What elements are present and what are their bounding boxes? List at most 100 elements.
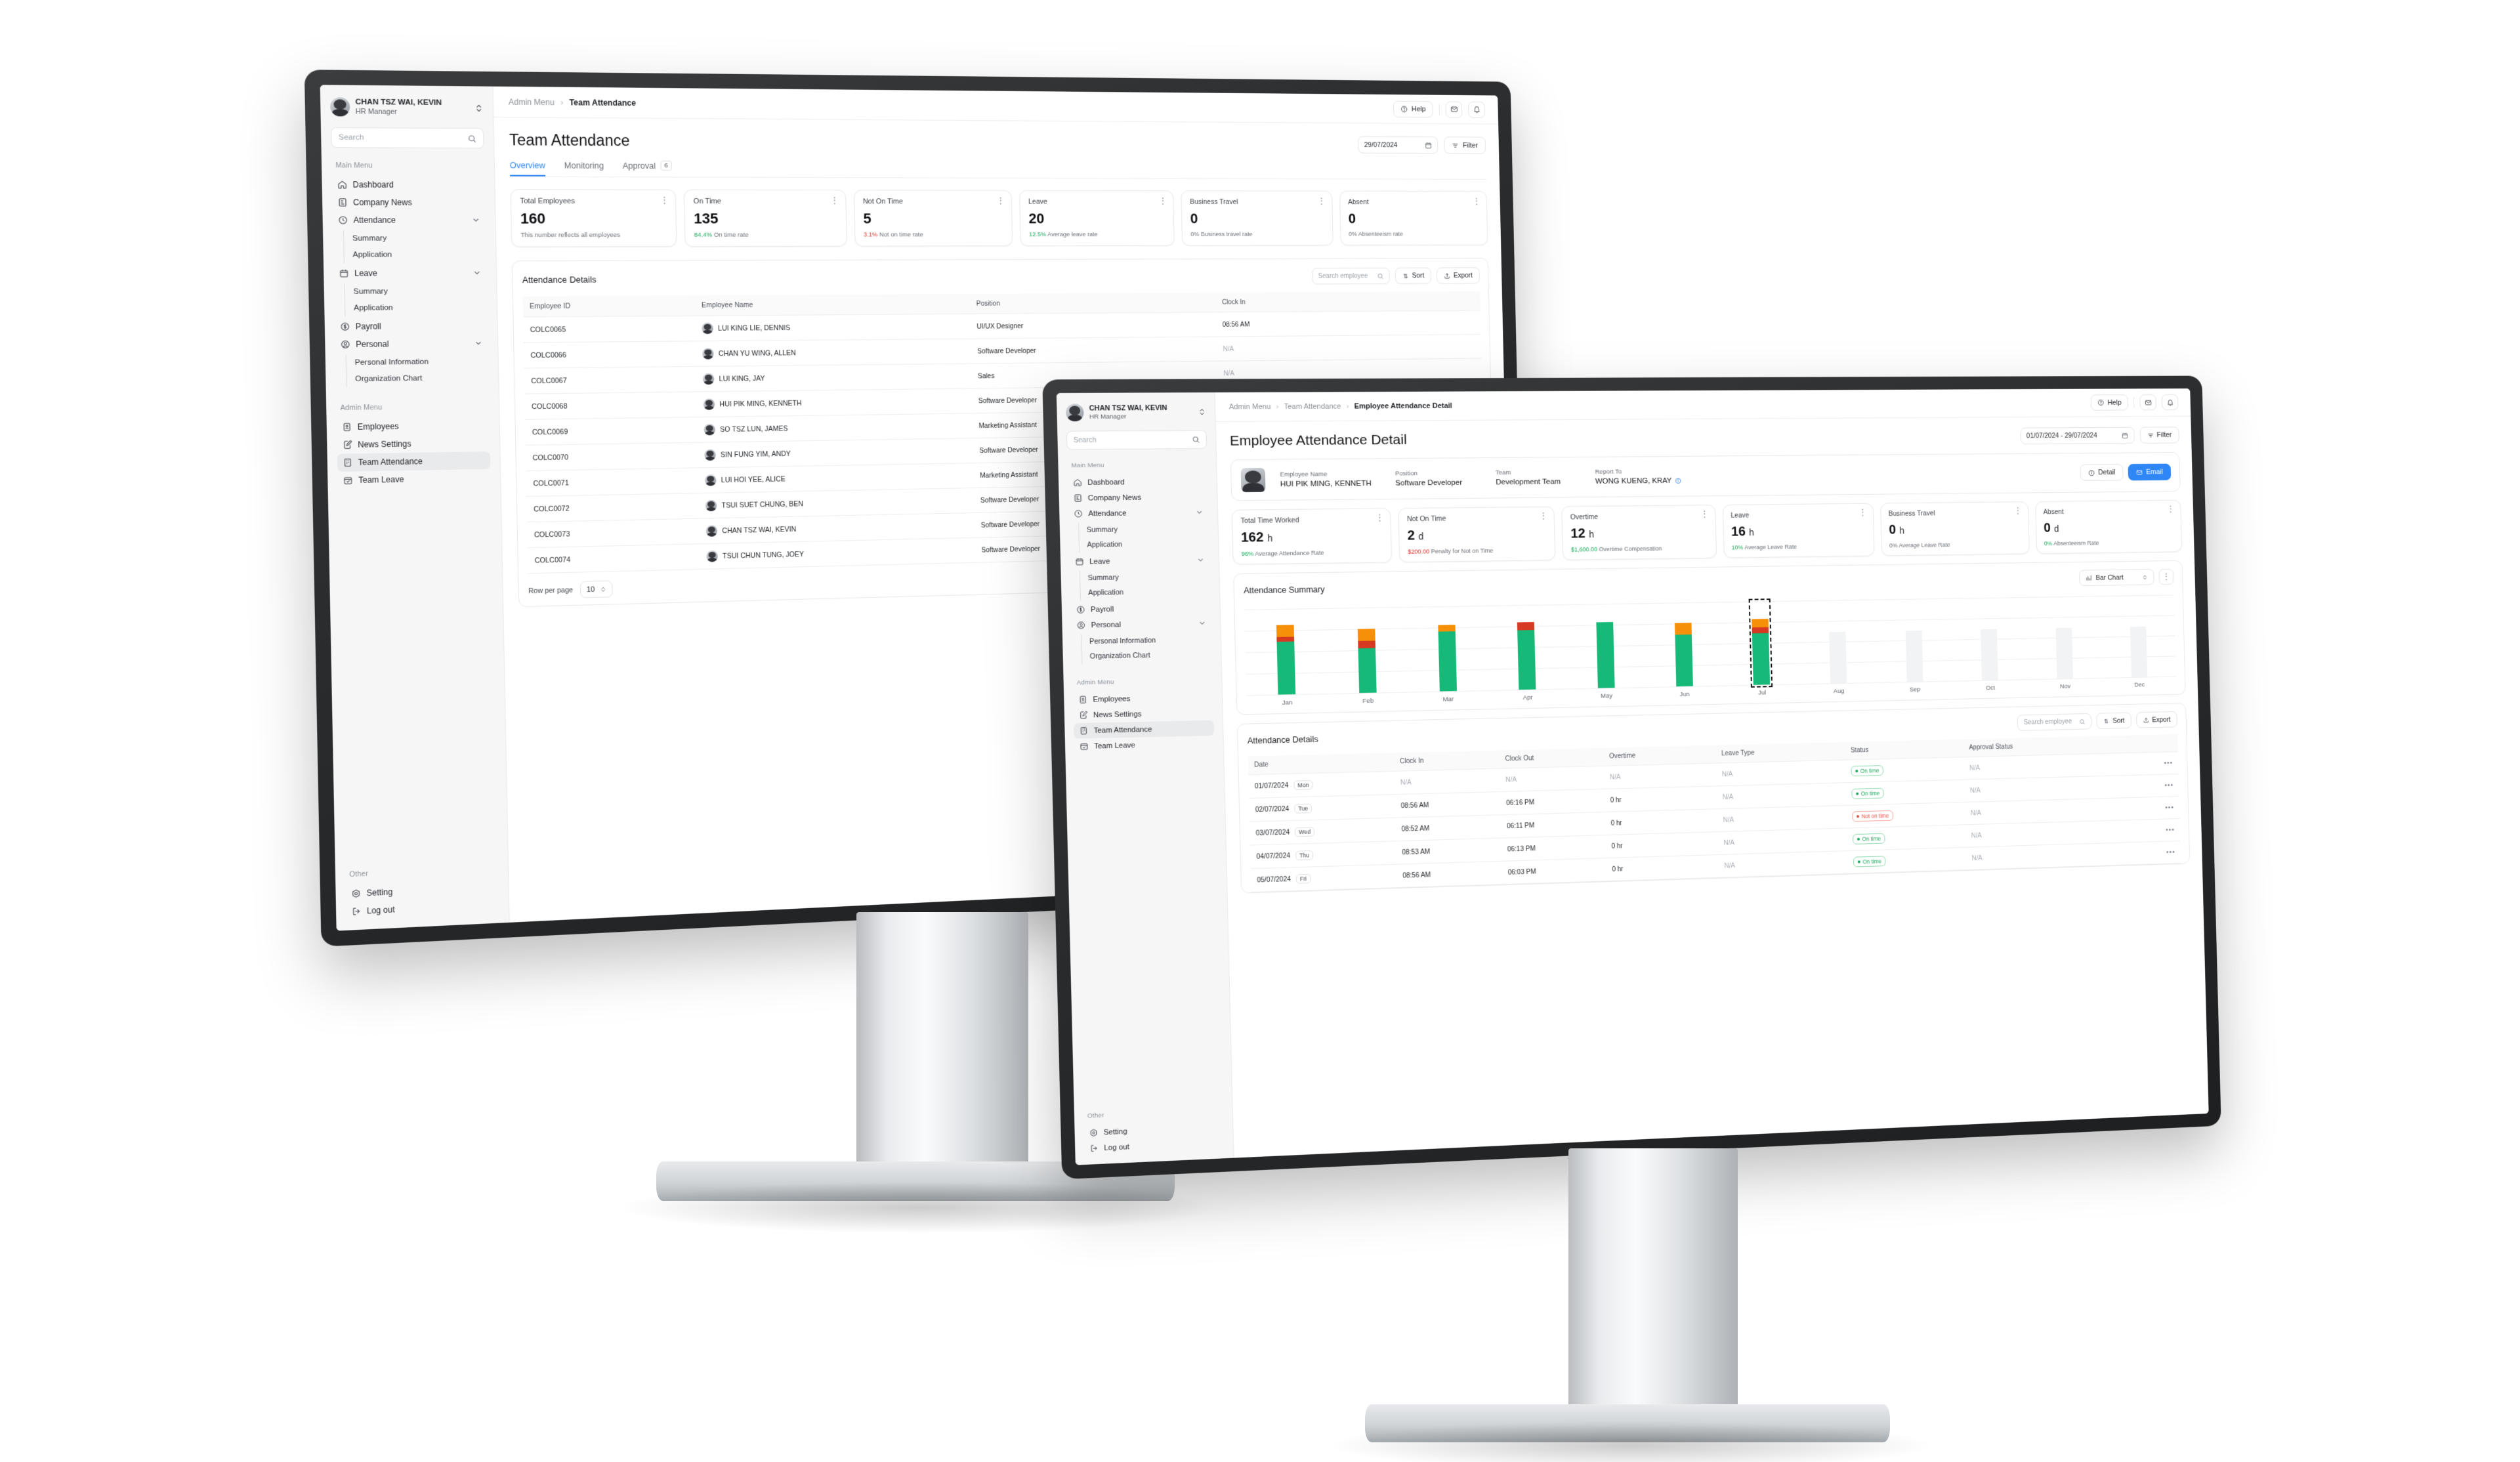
filter-button[interactable]: Filter [1444, 136, 1486, 154]
kebab-icon[interactable]: ⋮ [1159, 196, 1167, 205]
export-button[interactable]: Export [1437, 267, 1480, 284]
sidebar-subitem-leave-summary[interactable]: Summary [353, 283, 487, 300]
help-button[interactable]: Help [1393, 100, 1433, 117]
kebab-icon[interactable]: ⋮ [2167, 505, 2175, 514]
row-actions-button[interactable]: ••• [2126, 818, 2181, 843]
mail-button[interactable] [1445, 100, 1463, 118]
user-profile-switcher[interactable]: CHAN TSZ WAI, KEVIN HR Manager [329, 97, 484, 117]
tab-overview[interactable]: Overview [510, 161, 546, 177]
sidebar-item-attendance[interactable]: Attendance [332, 211, 486, 229]
row-actions-button[interactable]: ••• [2127, 841, 2181, 865]
sidebar-item-dashboard[interactable]: Dashboard [331, 176, 485, 194]
row-actions-button[interactable]: ••• [2125, 774, 2179, 798]
sidebar-item-employees[interactable]: Employees [336, 416, 490, 436]
stat-card[interactable]: On Time ⋮ 135 84.4% On time rate [684, 189, 847, 247]
sidebar-subitem-leave-application[interactable]: Application [1088, 584, 1211, 600]
kebab-icon[interactable]: ⋮ [1858, 508, 1866, 517]
row-actions-button[interactable]: ••• [2126, 796, 2180, 820]
sidebar-item-leave[interactable]: Leave [1069, 553, 1209, 570]
stat-card[interactable]: Absent ⋮ 0 d 0% Absenteeism Rate [2035, 499, 2183, 554]
sidebar-subitem-attendance-application[interactable]: Application [1087, 536, 1209, 553]
sidebar-subitem-organization-chart[interactable]: Organization Chart [1089, 647, 1212, 664]
stat-card[interactable]: Business Travel ⋮ 0 0% Business travel ra… [1181, 190, 1334, 246]
kebab-icon[interactable]: ⋮ [2014, 506, 2022, 515]
sidebar-item-news-settings[interactable]: News Settings [337, 434, 490, 454]
sidebar-subitem-leave-application[interactable]: Application [354, 299, 488, 316]
stat-card[interactable]: Not On Time ⋮ 2 d $200.00 Penalty for Not… [1398, 506, 1556, 563]
rows-per-page-select[interactable]: 10 [580, 580, 614, 598]
sidebar-subitem-attendance-application[interactable]: Application [352, 247, 486, 263]
kebab-icon[interactable]: ⋮ [830, 195, 839, 205]
mail-button[interactable] [2139, 394, 2157, 411]
kebab-icon[interactable]: ⋮ [1540, 511, 1547, 520]
chart-bar-column[interactable] [1244, 608, 1328, 696]
chart-bar-column[interactable] [2026, 596, 2103, 679]
sort-button[interactable]: Sort [2096, 712, 2132, 730]
stat-card[interactable]: Total Employees ⋮ 160 This number reflect… [510, 189, 677, 247]
sidebar-subitem-leave-summary[interactable]: Summary [1087, 569, 1210, 585]
notifications-button[interactable] [2161, 394, 2179, 411]
chart-bar-column[interactable] [1406, 606, 1488, 692]
info-icon[interactable] [1675, 478, 1681, 484]
chart-kebab-button[interactable]: ⋮ [2158, 568, 2174, 585]
kebab-icon[interactable]: ⋮ [1700, 509, 1708, 518]
sidebar-item-payroll[interactable]: Payroll [335, 317, 488, 336]
sidebar-item-payroll[interactable]: Payroll [1070, 600, 1211, 617]
sidebar-subitem-personal-information[interactable]: Personal Information [1089, 632, 1212, 649]
stat-card[interactable]: Overtime ⋮ 12 h $1,600.00 Overtime Compen… [1561, 505, 1717, 560]
date-range-picker[interactable]: 01/07/2024 - 29/07/2024 [2020, 427, 2135, 445]
sidebar-item-company-news[interactable]: Company News [1068, 489, 1208, 506]
row-actions-button[interactable]: ••• [2124, 751, 2179, 776]
kebab-icon[interactable]: ⋮ [996, 196, 1005, 205]
help-button[interactable]: Help [2090, 394, 2129, 411]
search-input[interactable]: Search [1066, 430, 1208, 450]
search-employee-input[interactable]: Search employee [2017, 713, 2092, 731]
breadcrumb-mid[interactable]: Team Attendance [1284, 402, 1341, 411]
sidebar-item-personal[interactable]: Personal [335, 335, 488, 354]
stat-card[interactable]: Total Time Worked ⋮ 162 h 96% Average Att… [1231, 508, 1393, 565]
chart-bar-column[interactable] [1643, 602, 1723, 687]
chart-bar-column[interactable] [1565, 603, 1646, 688]
stat-card[interactable]: Absent ⋮ 0 0% Absenteeism rate [1339, 190, 1488, 246]
tab-approval[interactable]: Approval 6 [623, 160, 673, 177]
sidebar-subitem-personal-information[interactable]: Personal Information [354, 353, 488, 371]
chart-bar-column[interactable] [1486, 604, 1567, 690]
breadcrumb-root[interactable]: Admin Menu [509, 97, 555, 107]
date-picker[interactable]: 29/07/2024 [1358, 136, 1438, 154]
sidebar-subitem-attendance-summary[interactable]: Summary [352, 230, 486, 247]
sidebar-item-team-leave[interactable]: Team Leave [337, 469, 491, 490]
sidebar-item-personal[interactable]: Personal [1071, 616, 1211, 633]
sidebar-item-leave[interactable]: Leave [333, 264, 487, 282]
notifications-button[interactable] [1468, 101, 1485, 118]
export-button[interactable]: Export [2135, 711, 2178, 728]
kebab-icon[interactable]: ⋮ [660, 195, 669, 205]
filter-button[interactable]: Filter [2139, 427, 2179, 444]
chart-bar-column[interactable] [1950, 597, 2028, 681]
sort-button[interactable]: Sort [1395, 267, 1432, 284]
sidebar-subitem-organization-chart[interactable]: Organization Chart [355, 369, 489, 387]
chart-bar-column[interactable] [1326, 607, 1408, 694]
detail-button[interactable]: Detail [2080, 464, 2124, 482]
chart-type-select[interactable]: Bar Chart [2078, 569, 2154, 587]
search-employee-input[interactable]: Search employee [1312, 267, 1390, 285]
user-profile-switcher[interactable]: CHAN TSZ WAI, KEVIN HR Manager [1065, 403, 1206, 422]
kebab-icon[interactable]: ⋮ [1376, 512, 1384, 522]
chart-bar-column[interactable] [1721, 598, 1801, 688]
email-button[interactable]: Email [2128, 463, 2172, 481]
tab-monitoring[interactable]: Monitoring [564, 161, 604, 177]
breadcrumb-root[interactable]: Admin Menu [1229, 402, 1271, 411]
stat-card[interactable]: Leave ⋮ 16 h 10% Average Leave Rate [1722, 503, 1875, 558]
sidebar-item-company-news[interactable]: Company News [332, 194, 486, 211]
search-input[interactable]: Search [330, 127, 484, 149]
sidebar-item-team-attendance[interactable]: Team Attendance [337, 451, 491, 472]
stat-card[interactable]: Not On Time ⋮ 5 3.1% Not on time rate [853, 190, 1013, 247]
chart-bar-column[interactable] [2100, 595, 2176, 677]
stat-card[interactable]: Business Travel ⋮ 0 h 0% Average Leave Ra… [1880, 501, 2030, 556]
chart-bar-column[interactable] [1875, 598, 1953, 682]
sidebar-subitem-attendance-summary[interactable]: Summary [1087, 522, 1209, 538]
sidebar-item-dashboard[interactable]: Dashboard [1068, 474, 1208, 491]
stat-card[interactable]: Leave ⋮ 20 12.5% Average leave rate [1019, 190, 1175, 247]
kebab-icon[interactable]: ⋮ [1473, 196, 1480, 205]
chart-bar-column[interactable] [1798, 600, 1877, 684]
kebab-icon[interactable]: ⋮ [1317, 196, 1325, 205]
